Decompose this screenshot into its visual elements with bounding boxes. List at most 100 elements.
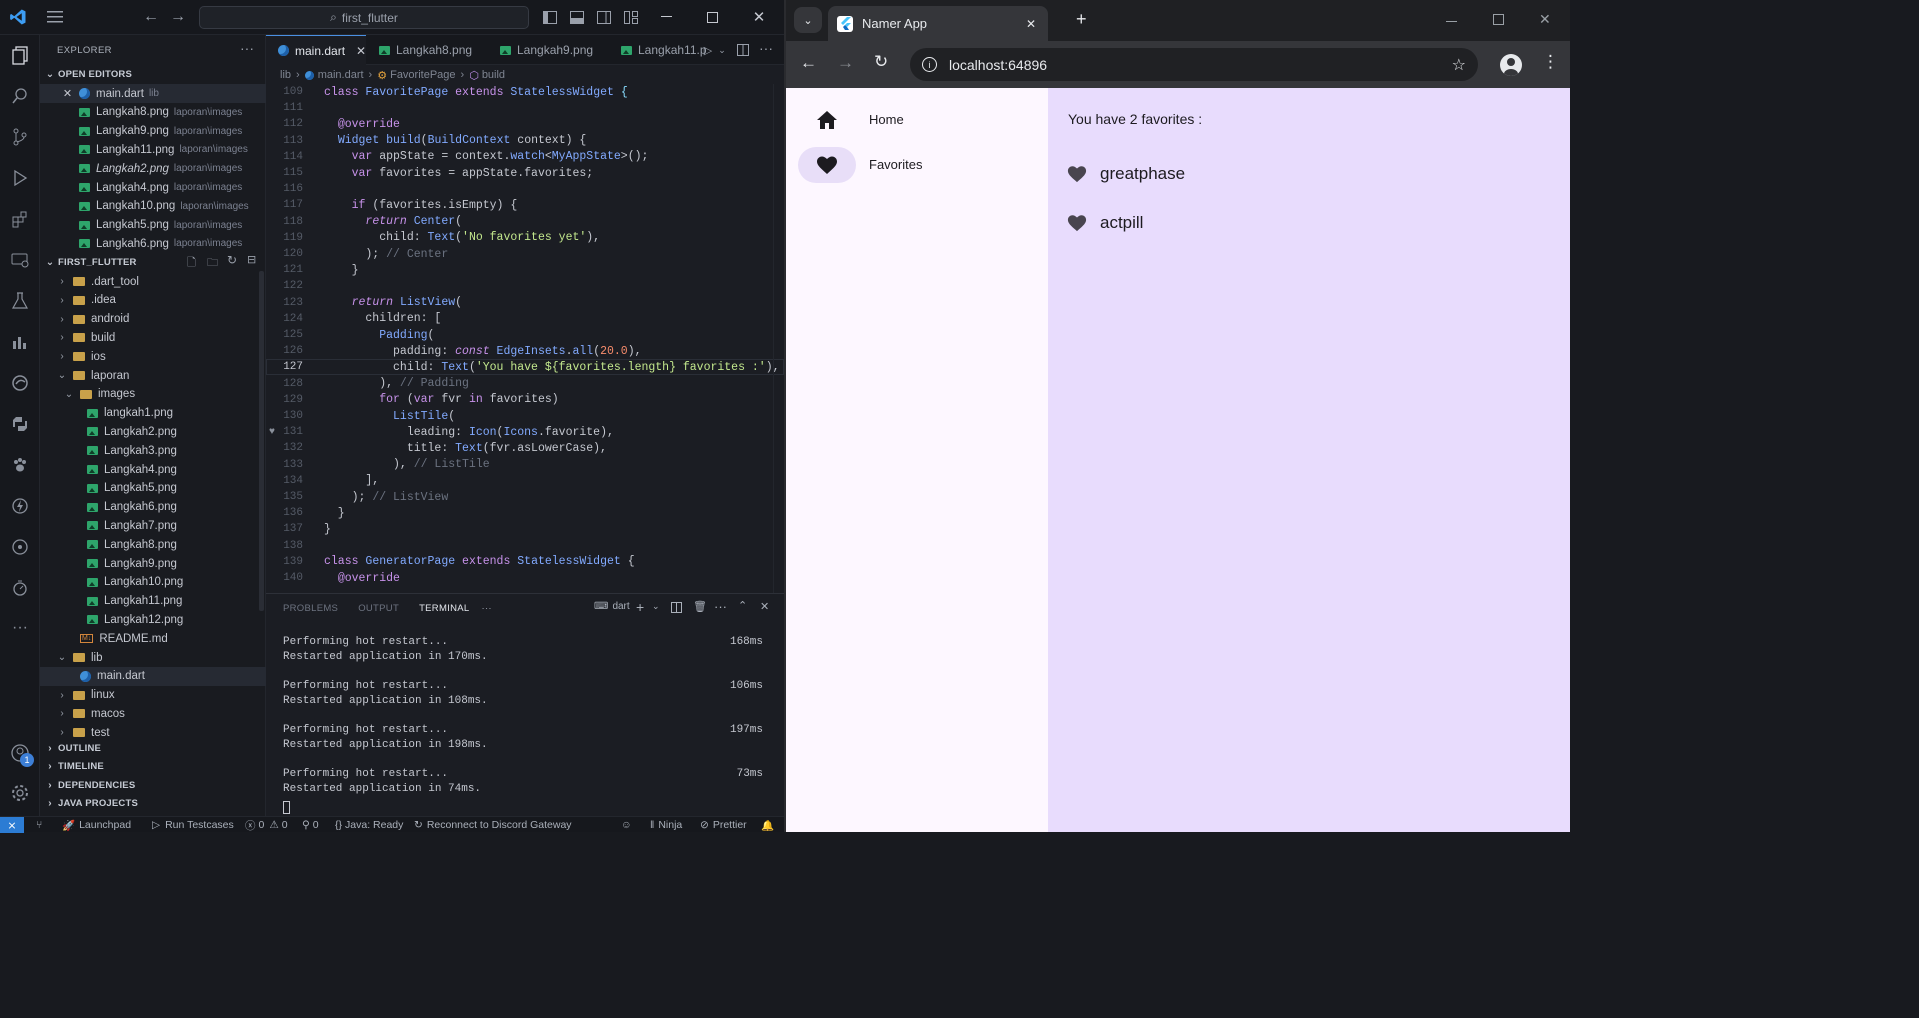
section-timeline[interactable]: › TIMELINE (40, 758, 266, 776)
toggle-secondary-sidebar-icon[interactable] (596, 9, 612, 25)
tab-langkah8[interactable]: Langkah8.png (367, 35, 487, 65)
remote-indicator[interactable]: ⨯ (0, 817, 24, 833)
section-java-projects[interactable]: › JAVA PROJECTS (40, 795, 266, 813)
open-editor-item[interactable]: Langkah2.png laporan\images (40, 159, 266, 178)
extensions-icon[interactable] (8, 207, 32, 231)
maximize-icon[interactable] (704, 9, 720, 25)
editor-scrollbar[interactable] (773, 84, 783, 593)
more-icon[interactable]: ··· (8, 616, 32, 640)
site-info-icon[interactable]: i (922, 57, 937, 72)
tree-item[interactable]: main.dart (40, 666, 266, 686)
discord-item[interactable]: ↻ Reconnect to Discord Gateway (414, 817, 572, 833)
split-terminal-icon[interactable] (671, 602, 682, 616)
tree-item[interactable]: ⌄ laporan (40, 366, 266, 385)
tree-item[interactable]: langkah1.png (40, 404, 266, 423)
notifications-bell-icon[interactable]: 🔔 (761, 817, 774, 833)
branch-icon[interactable]: ⑂ (36, 817, 42, 833)
close-tab-icon[interactable]: ✕ (1026, 17, 1036, 31)
tree-item[interactable]: › ios (40, 347, 266, 366)
close-panel-icon[interactable]: ✕ (760, 600, 769, 613)
tree-scrollbar[interactable] (259, 271, 264, 611)
open-editor-item[interactable]: Langkah11.png laporan\images (40, 140, 266, 159)
lightning-icon[interactable] (8, 494, 32, 518)
java-status-item[interactable]: {} Java: Ready (335, 817, 403, 833)
breadcrumb-file[interactable]: main.dart (318, 69, 364, 81)
favorite-list-item[interactable]: greatphase (1066, 154, 1185, 194)
tree-item[interactable]: Langkah10.png (40, 573, 266, 592)
remote-explorer-icon[interactable] (8, 248, 32, 272)
run-icon[interactable]: ▷ (700, 42, 716, 58)
refresh-icon[interactable]: ↻ (227, 253, 237, 267)
add-terminal-icon[interactable]: + (636, 599, 644, 615)
chart-icon[interactable] (8, 330, 32, 354)
ninja-item[interactable]: ‖ Ninja (650, 817, 682, 833)
tab-output[interactable]: OUTPUT (358, 603, 399, 614)
tree-item[interactable]: Langkah11.png (40, 592, 266, 611)
collapse-all-icon[interactable]: ⊟ (247, 253, 256, 266)
chevron-down-icon[interactable]: ⌄ (652, 601, 660, 612)
edge-icon[interactable] (8, 371, 32, 395)
tree-item[interactable]: ⌄ lib (40, 648, 266, 667)
code-area[interactable]: 109 class FavoritePage extends StatelessW… (266, 84, 784, 593)
tree-item[interactable]: Langkah4.png (40, 460, 266, 479)
maximize-icon[interactable] (1493, 14, 1504, 28)
menu-icon[interactable] (45, 8, 65, 26)
tree-item[interactable]: Langkah9.png (40, 554, 266, 573)
settings-gear-icon[interactable] (8, 781, 32, 805)
python-icon[interactable] (8, 412, 32, 436)
tab-langkah9[interactable]: Langkah9.png (488, 35, 608, 65)
favorite-list-item[interactable]: actpill (1066, 203, 1143, 243)
gitlens-icon[interactable] (8, 535, 32, 559)
maximize-panel-icon[interactable]: ⌃ (738, 599, 747, 612)
browser-tab[interactable]: Namer App ✕ (828, 6, 1048, 41)
tab-main-dart[interactable]: main.dart ✕ (266, 35, 366, 65)
tree-item[interactable]: M↓ README.md (40, 629, 266, 648)
launchpad-item[interactable]: 🚀 Launchpad (62, 817, 131, 833)
tree-item[interactable]: › android (40, 310, 266, 329)
tree-item[interactable]: › macos (40, 704, 266, 723)
tree-item[interactable]: Langkah7.png (40, 516, 266, 535)
tree-item[interactable]: Langkah2.png (40, 422, 266, 441)
section-outline[interactable]: › OUTLINE (40, 739, 266, 757)
paw-icon[interactable] (8, 453, 32, 477)
browser-menu-icon[interactable]: ⋮ (1542, 52, 1559, 72)
open-editor-item[interactable]: Langkah10.png laporan\images (40, 197, 266, 216)
open-editor-item[interactable]: Langkah4.png laporan\images (40, 178, 266, 197)
tab-problems[interactable]: PROBLEMS (283, 603, 338, 614)
tree-item[interactable]: ⌄ images (40, 385, 266, 404)
url-text[interactable]: localhost:64896 (949, 57, 1047, 73)
toggle-panel-icon[interactable] (569, 9, 585, 25)
command-center-search[interactable]: ⌕ first_flutter (199, 6, 529, 29)
panel-more-icon[interactable]: ··· (714, 599, 727, 614)
tree-item[interactable]: › .idea (40, 291, 266, 310)
tree-item[interactable]: Langkah8.png (40, 535, 266, 554)
section-dependencies[interactable]: › DEPENDENCIES (40, 776, 266, 794)
reload-icon[interactable]: ↻ (874, 52, 888, 72)
minimize-icon[interactable] (1446, 12, 1457, 26)
open-editor-item[interactable]: Langkah9.png laporan\images (40, 122, 266, 141)
profile-avatar-icon[interactable] (1500, 54, 1522, 76)
problems-item[interactable]: ⓧ 0 ⚠ 0 (245, 817, 288, 833)
breadcrumb-lib[interactable]: lib (280, 69, 291, 81)
new-folder-icon[interactable]: 🗀 (207, 254, 218, 273)
copilot-icon[interactable]: ☺ (621, 817, 632, 833)
minimize-icon[interactable] (658, 9, 674, 25)
search-icon[interactable] (8, 84, 32, 108)
back-arrow-icon[interactable]: ← (141, 8, 161, 26)
back-arrow-icon[interactable]: ← (800, 53, 817, 73)
tab-langkah11[interactable]: Langkah11.p (609, 35, 707, 65)
forward-arrow-icon[interactable]: → (837, 53, 854, 73)
close-icon[interactable]: ✕ (1539, 11, 1551, 28)
new-file-icon[interactable]: 🗋 (187, 254, 196, 273)
bookmark-star-icon[interactable]: ☆ (1452, 55, 1466, 75)
split-editor-icon[interactable] (735, 42, 751, 58)
open-editor-item[interactable]: Langkah8.png laporan\images (40, 103, 266, 122)
ports-item[interactable]: ⚲ 0 (302, 817, 319, 833)
close-icon[interactable]: ✕ (56, 87, 79, 100)
tree-item[interactable]: Langkah12.png (40, 610, 266, 629)
breadcrumb-method[interactable]: build (482, 69, 505, 81)
tree-item[interactable]: Langkah6.png (40, 498, 266, 517)
customize-layout-icon[interactable] (623, 9, 639, 25)
new-tab-icon[interactable]: + (1076, 9, 1087, 30)
explorer-more-icon[interactable]: ··· (240, 40, 254, 56)
